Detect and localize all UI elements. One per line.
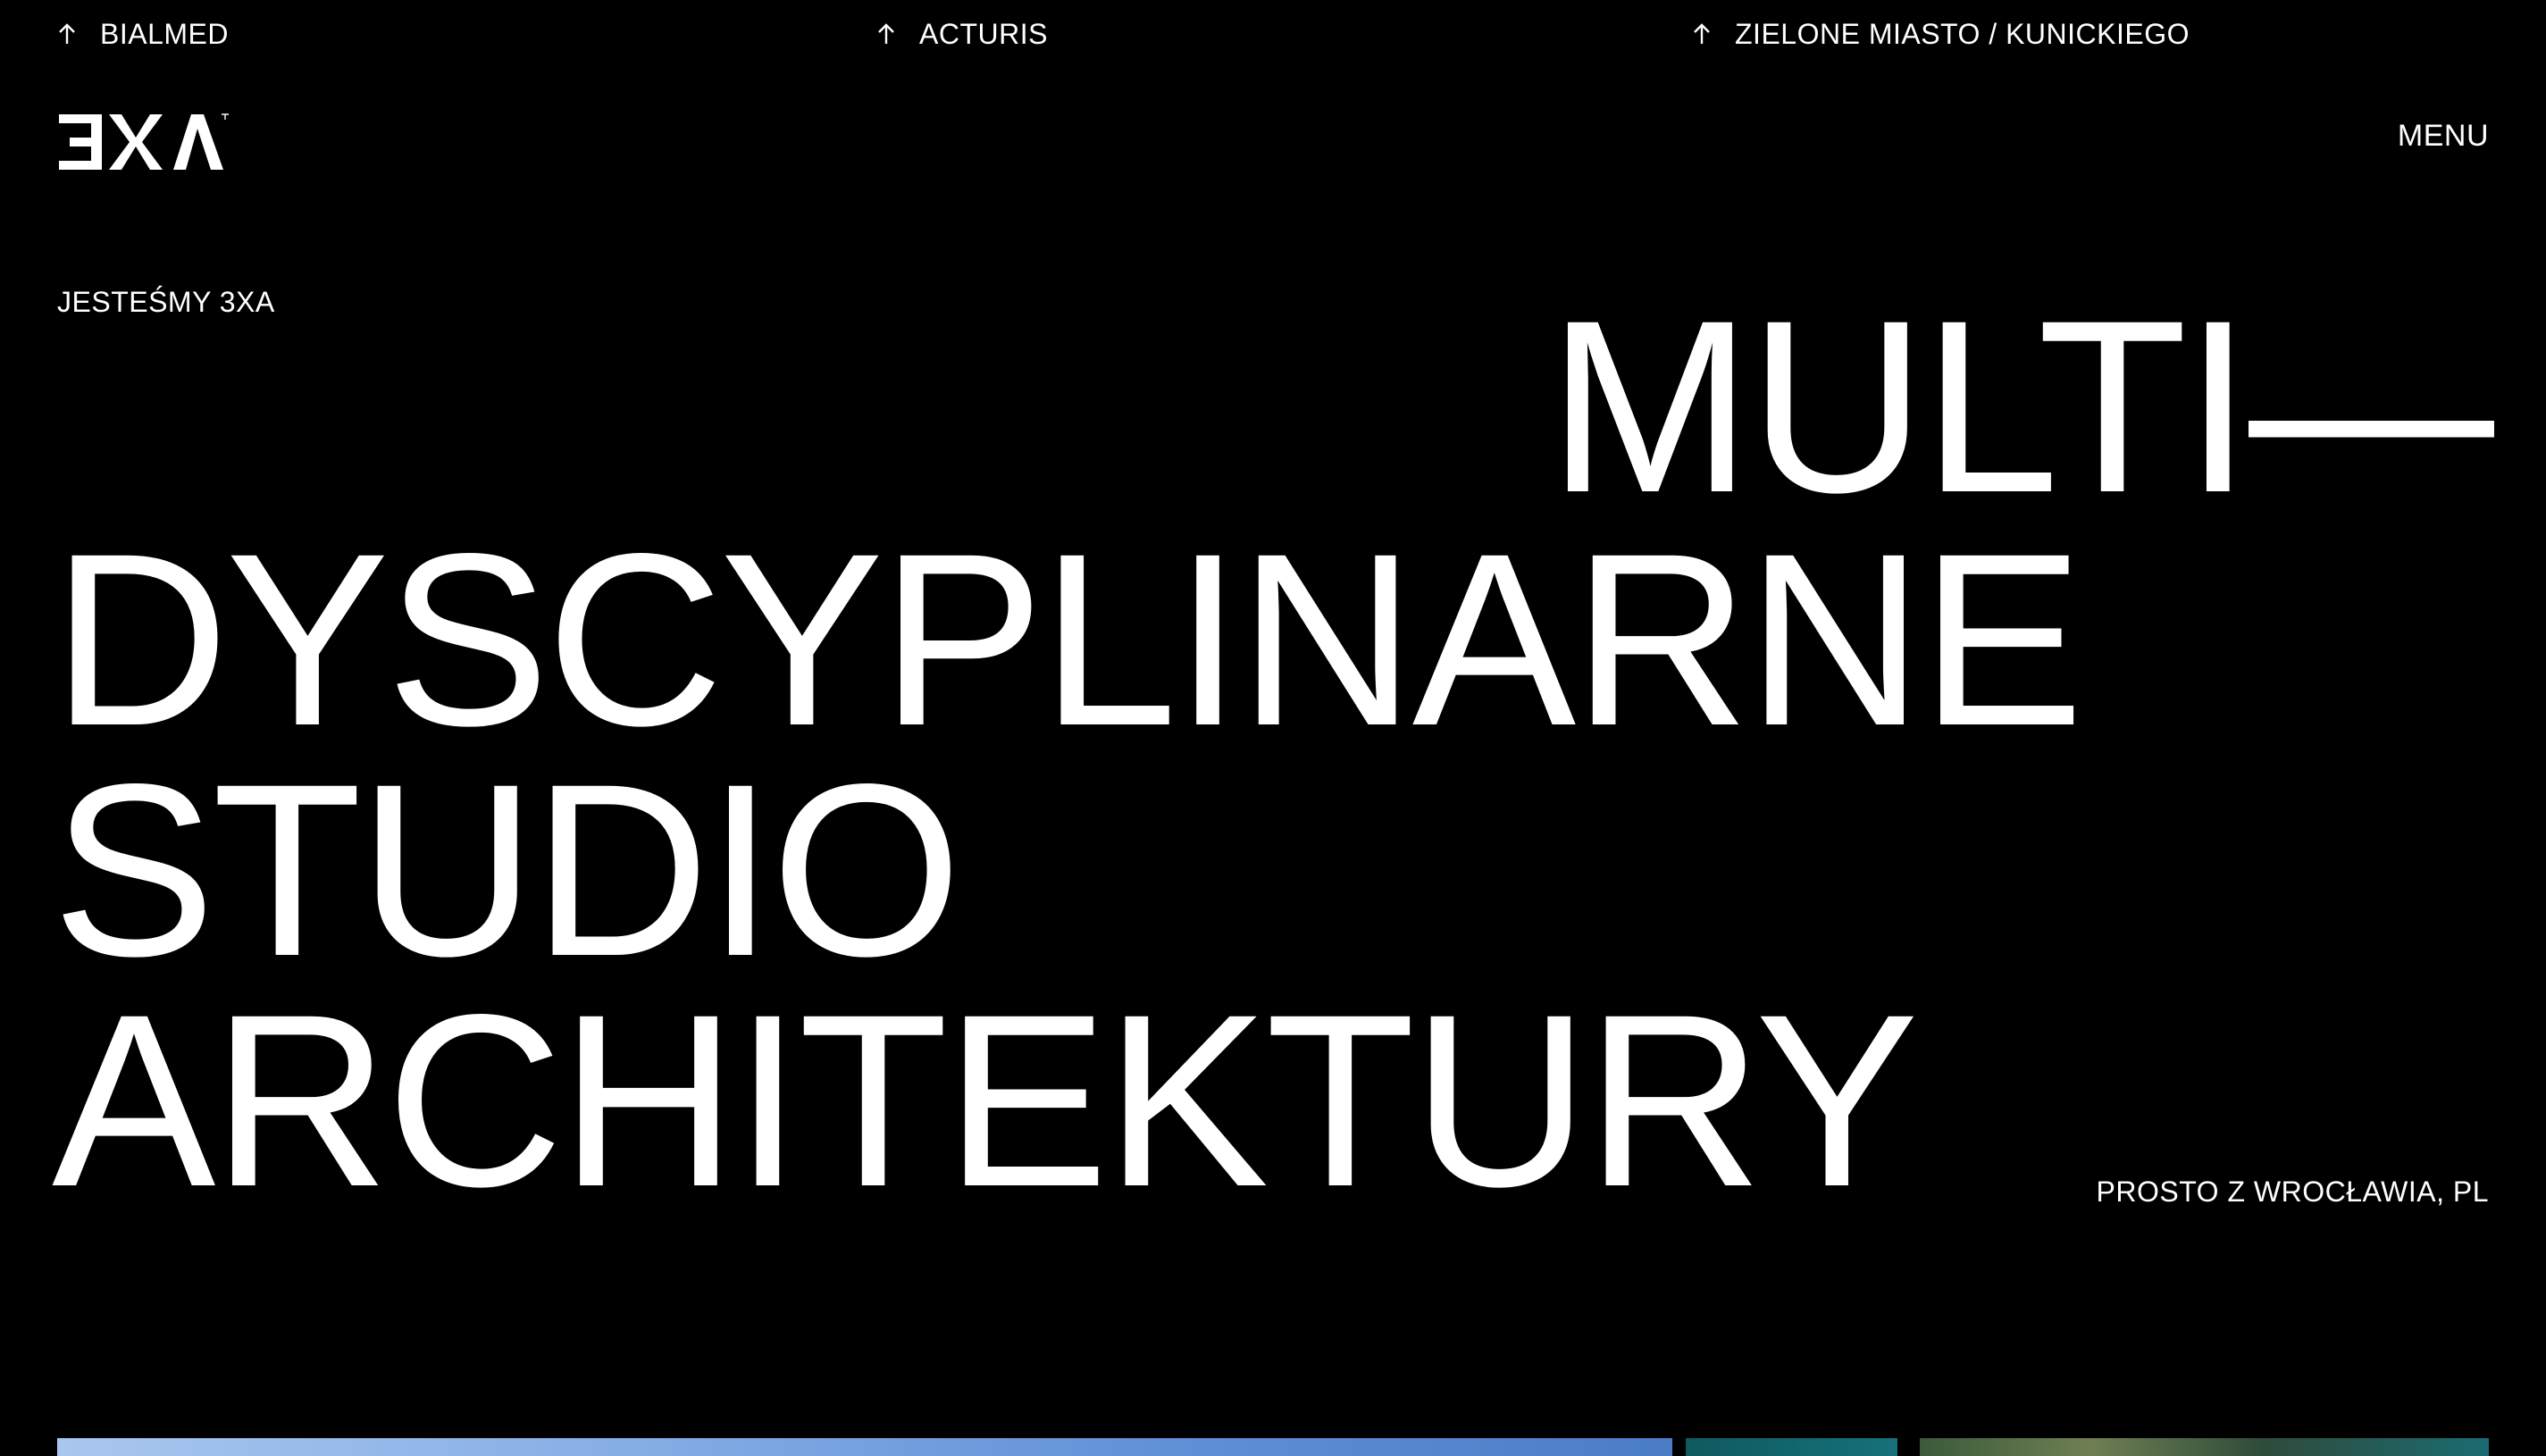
menu-button[interactable]: MENU — [2398, 116, 2489, 155]
project-image-preview[interactable] — [1686, 1438, 1897, 1456]
arrow-up-icon — [59, 23, 75, 44]
project-link-bialmed[interactable]: BIALMED — [57, 16, 229, 52]
project-link-acturis[interactable]: ACTURIS — [876, 16, 1048, 52]
location-label: PROSTO Z WROCŁAWIA, PL — [2096, 1176, 2489, 1208]
page: BIALMED ACTURIS ZIELONE MIASTO / KUNICKI… — [0, 0, 2546, 1456]
intro-label: JESTEŚMY 3XA — [57, 286, 275, 318]
hero-line-1: MULTI— — [1547, 270, 2494, 544]
logo-3xa[interactable] — [57, 111, 232, 173]
project-link-label: BIALMED — [100, 18, 229, 50]
project-image-preview[interactable] — [1920, 1438, 2489, 1456]
project-image-preview[interactable] — [57, 1438, 1672, 1456]
logo-mark — [59, 113, 229, 170]
hero-line-3: STUDIO — [52, 733, 962, 1008]
arrow-up-icon — [878, 23, 894, 44]
hero-line-2: DYSCYPLINARNE — [52, 503, 2084, 777]
project-links-bar: BIALMED ACTURIS ZIELONE MIASTO / KUNICKI… — [57, 16, 2489, 52]
project-link-label: ACTURIS — [919, 18, 1048, 50]
arrow-up-icon — [1694, 23, 1710, 44]
project-link-label: ZIELONE MIASTO / KUNICKIEGO — [1735, 18, 2190, 50]
project-link-zielone-miasto[interactable]: ZIELONE MIASTO / KUNICKIEGO — [1692, 16, 2190, 52]
hero-line-4: ARCHITEKTURY — [52, 964, 1919, 1238]
